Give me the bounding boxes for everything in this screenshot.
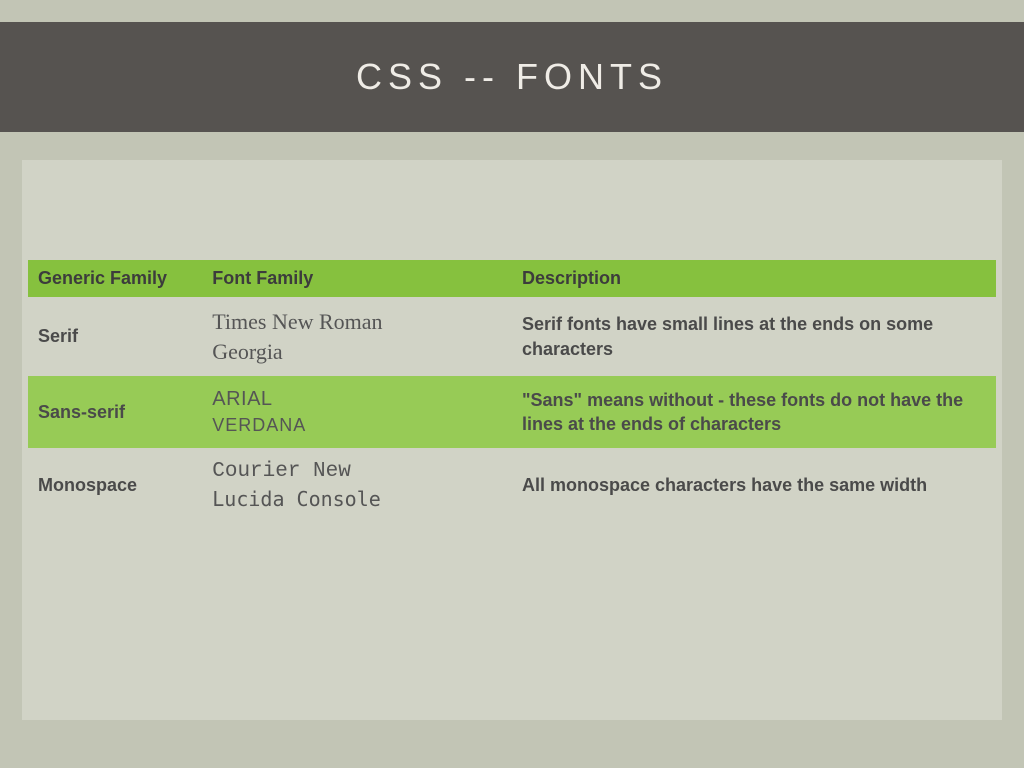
fonts-table: Generic family Font family Description S…: [28, 260, 996, 523]
table-row: Serif Times New Roman Georgia Serif font…: [28, 297, 996, 376]
cell-desc: "Sans" means without - these fonts do no…: [512, 376, 996, 447]
slide: CSS -- FONTS Generic family Font family …: [0, 0, 1024, 768]
table-row: Monospace Courier New Lucida Console All…: [28, 448, 996, 523]
cell-desc: All monospace characters have the same w…: [512, 448, 996, 523]
cell-generic: Sans-serif: [28, 376, 202, 447]
font-sample: Georgia: [212, 337, 502, 367]
cell-font: Times New Roman Georgia: [202, 297, 512, 376]
cell-desc: Serif fonts have small lines at the ends…: [512, 297, 996, 376]
cell-font: Arial Verdana: [202, 376, 512, 447]
table-row: Sans-serif Arial Verdana "Sans" means wi…: [28, 376, 996, 447]
cell-generic: Monospace: [28, 448, 202, 523]
table-header-row: Generic family Font family Description: [28, 260, 996, 297]
font-sample: Times New Roman: [212, 307, 502, 337]
slide-title: CSS -- FONTS: [356, 56, 668, 98]
content-area: Generic family Font family Description S…: [22, 160, 1002, 720]
cell-generic: Serif: [28, 297, 202, 376]
font-sample: Lucida Console: [212, 486, 502, 513]
header-desc: Description: [512, 260, 996, 297]
header-font: Font family: [202, 260, 512, 297]
header-generic: Generic family: [28, 260, 202, 297]
title-bar: CSS -- FONTS: [0, 22, 1024, 132]
font-sample: Verdana: [212, 413, 502, 437]
cell-font: Courier New Lucida Console: [202, 448, 512, 523]
font-sample: Arial: [212, 386, 502, 413]
font-sample: Courier New: [212, 458, 502, 486]
